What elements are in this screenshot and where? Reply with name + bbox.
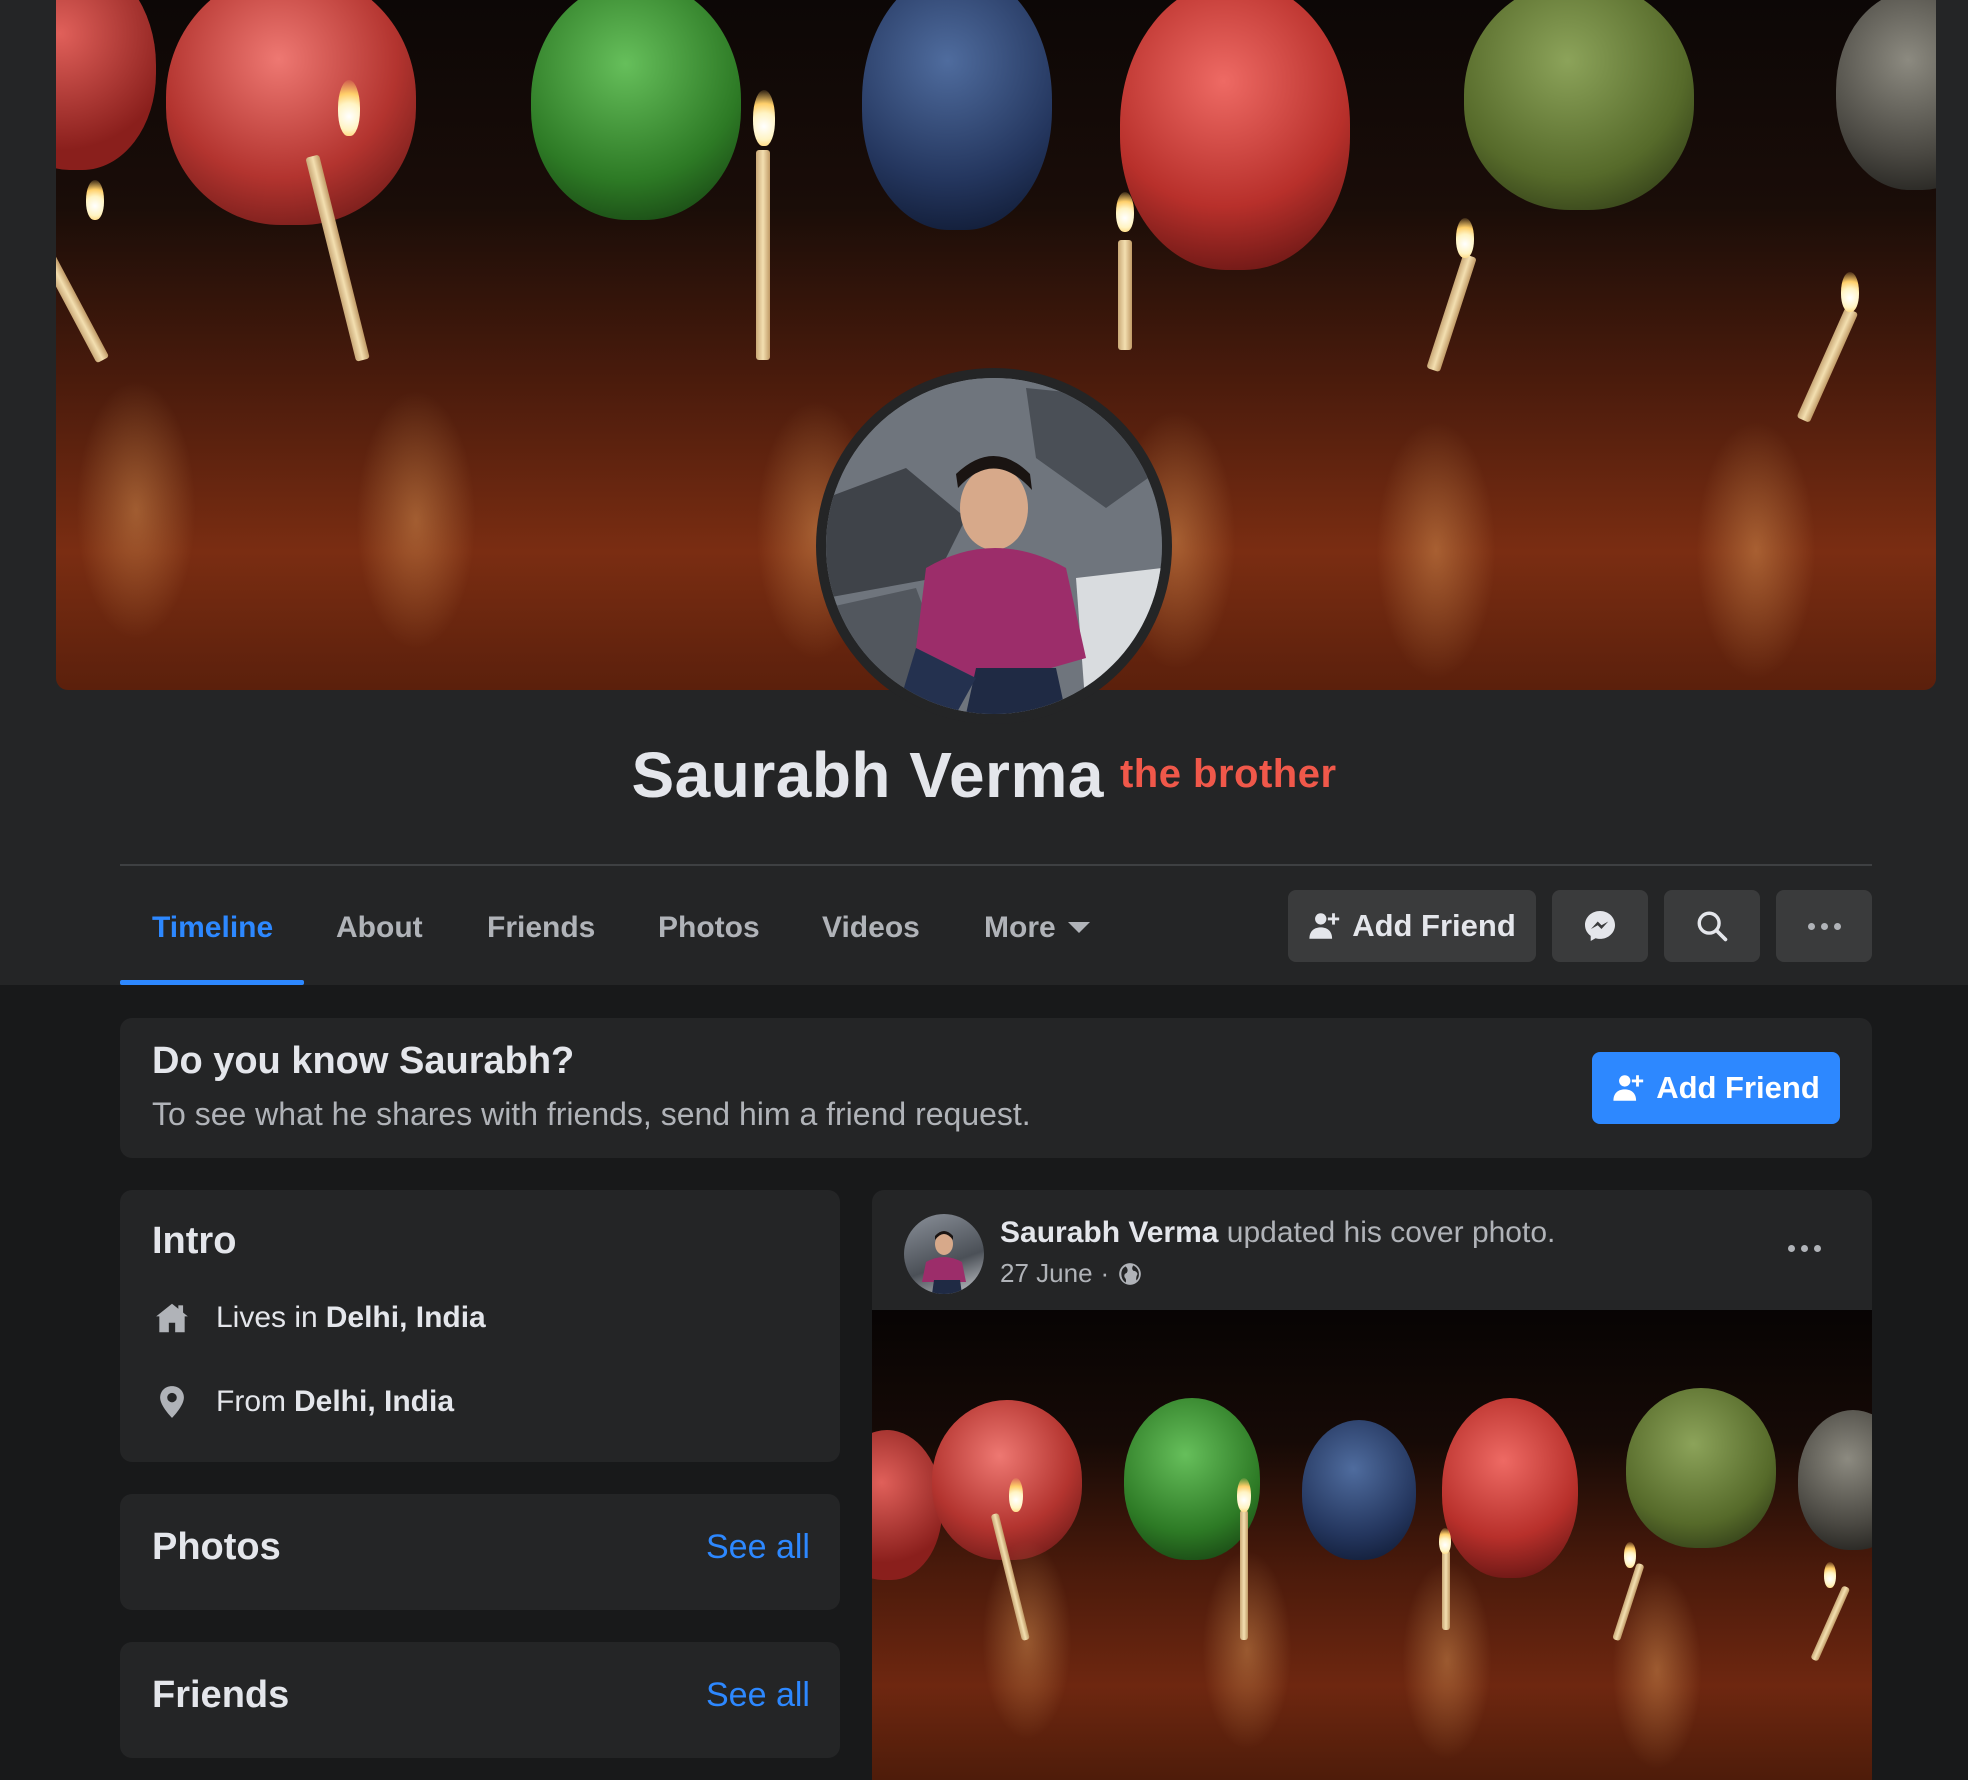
add-friend-label: Add Friend — [1352, 908, 1516, 943]
header-divider — [120, 864, 1872, 866]
tab-videos[interactable]: Videos — [822, 900, 920, 956]
intro-from-place[interactable]: Delhi, India — [294, 1385, 454, 1419]
home-icon — [156, 1303, 188, 1333]
add-friend-button[interactable]: Add Friend — [1288, 890, 1536, 962]
add-friend-icon — [1613, 1075, 1644, 1101]
search-button[interactable] — [1664, 890, 1760, 962]
tab-friends[interactable]: Friends — [487, 900, 595, 956]
post-author-name[interactable]: Saurabh Verma — [1000, 1216, 1218, 1249]
photos-see-all-link[interactable]: See all — [706, 1528, 810, 1567]
person-photo-icon — [826, 378, 1162, 714]
intro-from: From Delhi, India — [152, 1382, 454, 1422]
messenger-button[interactable] — [1552, 890, 1648, 962]
tab-more-label: More — [984, 911, 1056, 944]
post-action-text: updated his cover photo. — [1226, 1216, 1556, 1249]
tab-timeline[interactable]: Timeline — [152, 900, 273, 956]
photos-title: Photos — [152, 1526, 281, 1568]
more-horizontal-icon — [1807, 922, 1841, 930]
add-friend-primary-button[interactable]: Add Friend — [1592, 1052, 1840, 1124]
intro-lives-in: Lives in Delhi, India — [152, 1298, 486, 1338]
post-meta: 27 June · — [1000, 1258, 1143, 1289]
intro-lives-place[interactable]: Delhi, India — [326, 1301, 486, 1335]
person-photo-icon — [922, 1231, 966, 1294]
friend-suggestion-subtitle: To see what he shares with friends, send… — [152, 1096, 1031, 1132]
tab-photos[interactable]: Photos — [658, 900, 760, 956]
search-icon — [1697, 911, 1728, 942]
active-tab-indicator — [120, 980, 304, 985]
friends-title: Friends — [152, 1674, 290, 1716]
caret-down-icon — [1067, 922, 1090, 933]
profile-name-row: Saurabh Verma the brother — [0, 738, 1968, 812]
post-author-avatar[interactable] — [904, 1214, 984, 1294]
add-friend-icon — [1309, 913, 1340, 939]
post-meta-separator: · — [1100, 1258, 1110, 1288]
add-friend-primary-label: Add Friend — [1656, 1070, 1820, 1105]
post-cover-photo[interactable] — [872, 1310, 1872, 1780]
more-options-button[interactable] — [1776, 890, 1872, 962]
post-header-line: Saurabh Verma updated his cover photo. — [1000, 1216, 1555, 1250]
profile-picture[interactable] — [826, 378, 1162, 714]
profile-nickname: the brother — [1119, 752, 1337, 796]
intro-lives-prefix: Lives in — [216, 1301, 318, 1334]
globe-icon — [1119, 1262, 1142, 1285]
friends-see-all-link[interactable]: See all — [706, 1676, 810, 1715]
location-pin-icon — [160, 1386, 184, 1418]
tab-about[interactable]: About — [336, 900, 423, 956]
friend-suggestion-title: Do you know Saurabh? — [152, 1040, 575, 1082]
intro-from-prefix: From — [216, 1385, 286, 1418]
post-options-icon[interactable] — [1788, 1245, 1821, 1252]
tab-more[interactable]: More — [984, 900, 1090, 956]
post-date[interactable]: 27 June — [1000, 1258, 1093, 1289]
intro-title: Intro — [152, 1220, 237, 1262]
profile-name: Saurabh Verma — [631, 739, 1104, 811]
messenger-icon — [1585, 911, 1615, 941]
